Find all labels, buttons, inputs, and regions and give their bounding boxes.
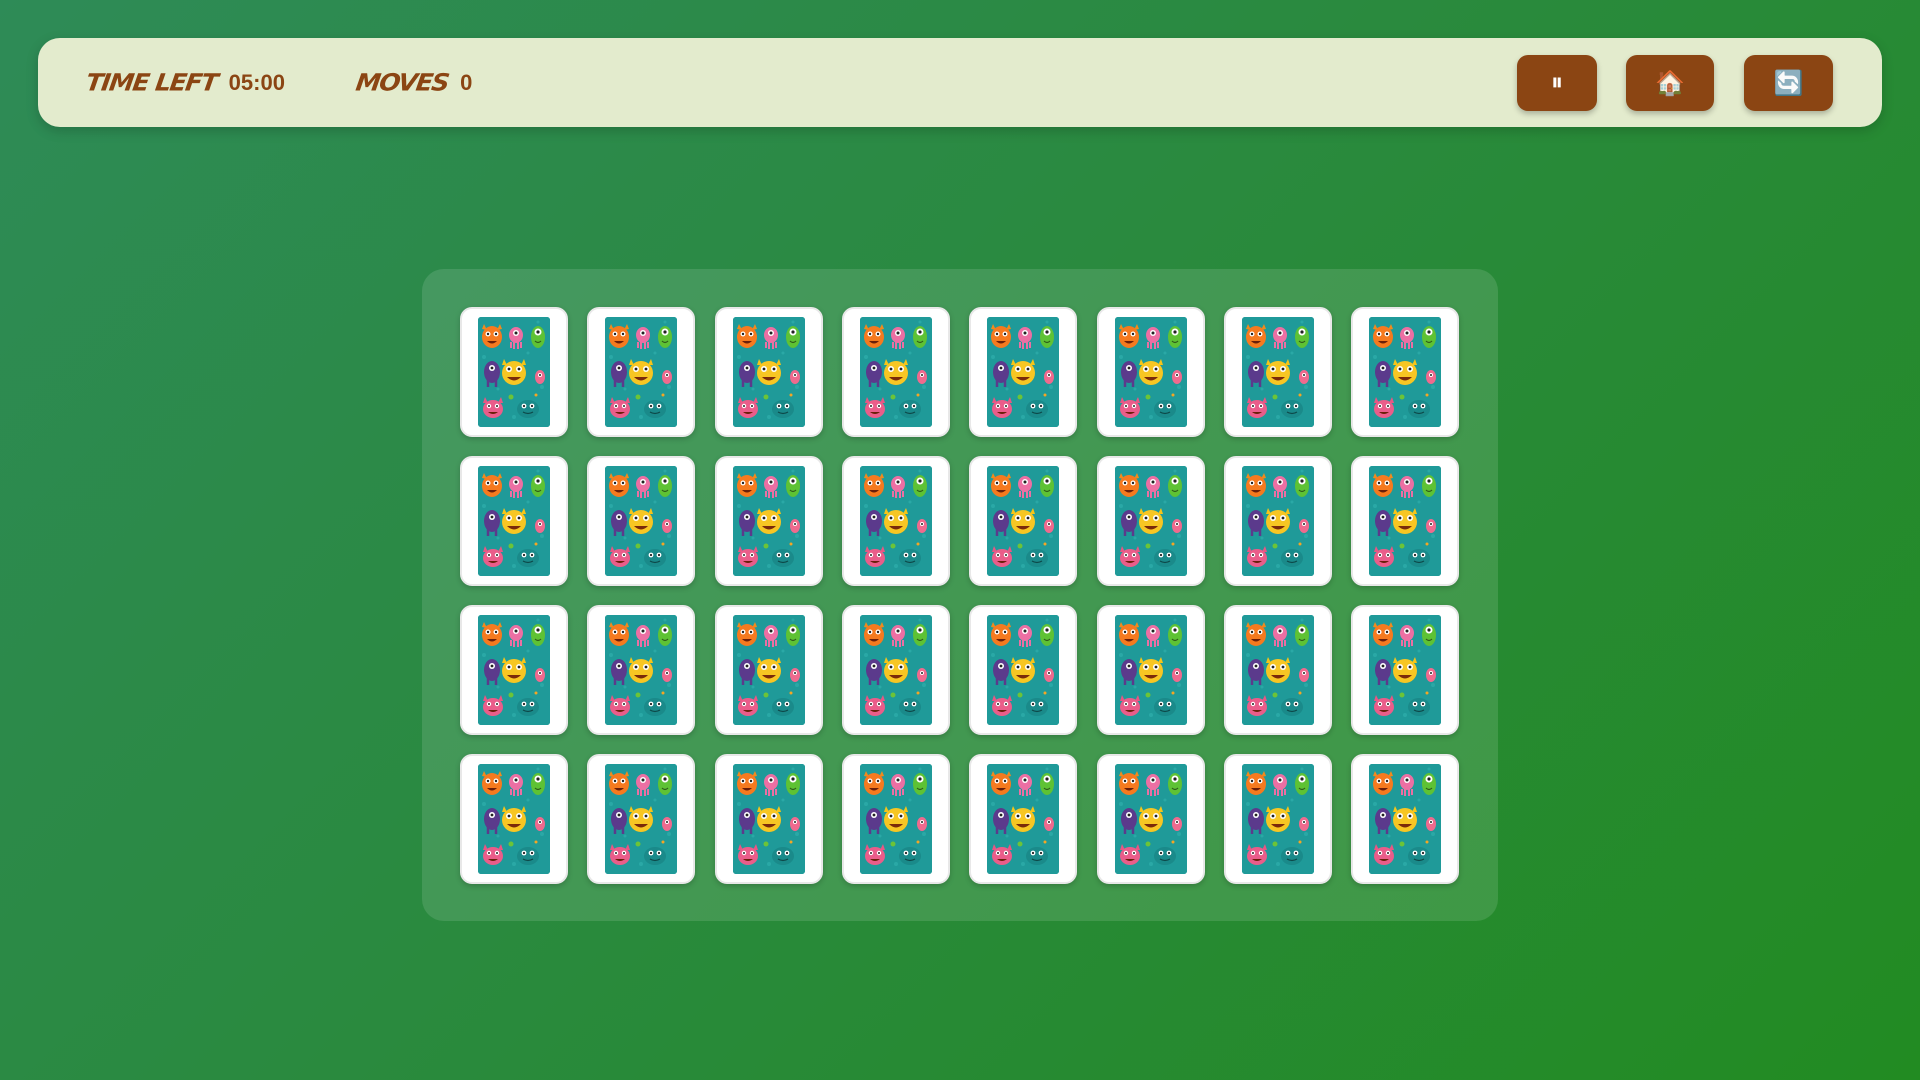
card-back-monster-image <box>605 764 677 874</box>
card-back-monster-image <box>605 466 677 576</box>
card-back-monster-image <box>1242 466 1314 576</box>
home-button[interactable]: 🏠 <box>1626 55 1714 111</box>
memory-card[interactable] <box>1224 307 1332 437</box>
memory-card[interactable] <box>842 307 950 437</box>
card-back-monster-image <box>860 466 932 576</box>
memory-card[interactable] <box>969 307 1077 437</box>
card-back-monster-image <box>860 764 932 874</box>
memory-card[interactable] <box>969 456 1077 586</box>
memory-card[interactable] <box>715 456 823 586</box>
card-back-monster-image <box>987 615 1059 725</box>
memory-card[interactable] <box>715 754 823 884</box>
card-back-monster-image <box>478 317 550 427</box>
memory-card[interactable] <box>1351 605 1459 735</box>
card-back-monster-image <box>860 317 932 427</box>
memory-card[interactable] <box>1097 307 1205 437</box>
card-back-monster-image <box>733 466 805 576</box>
memory-card[interactable] <box>1097 456 1205 586</box>
card-back-monster-image <box>1242 615 1314 725</box>
memory-card[interactable] <box>1097 754 1205 884</box>
card-back-monster-image <box>733 317 805 427</box>
memory-card[interactable] <box>715 605 823 735</box>
card-back-monster-image <box>1369 466 1441 576</box>
top-bar: Time Left 05:00 Moves 0 ⏸ 🏠 🔄 <box>38 38 1882 127</box>
memory-card[interactable] <box>587 307 695 437</box>
moves-value: 0 <box>460 69 473 95</box>
memory-card[interactable] <box>460 605 568 735</box>
memory-card[interactable] <box>842 754 950 884</box>
card-back-monster-image <box>987 764 1059 874</box>
memory-card[interactable] <box>1351 456 1459 586</box>
card-back-monster-image <box>478 615 550 725</box>
memory-card[interactable] <box>1224 456 1332 586</box>
card-board <box>422 269 1498 921</box>
memory-card[interactable] <box>460 307 568 437</box>
moves-counter: Moves 0 <box>354 38 473 127</box>
card-back-monster-image <box>733 615 805 725</box>
card-back-monster-image <box>1369 764 1441 874</box>
memory-card[interactable] <box>460 456 568 586</box>
memory-card[interactable] <box>587 456 695 586</box>
card-back-monster-image <box>1115 764 1187 874</box>
memory-card[interactable] <box>1351 754 1459 884</box>
time-left-label: Time Left <box>84 68 219 97</box>
memory-card[interactable] <box>969 754 1077 884</box>
memory-card[interactable] <box>1224 605 1332 735</box>
home-icon: 🏠 <box>1655 69 1685 97</box>
memory-card[interactable] <box>1351 307 1459 437</box>
restart-button[interactable]: 🔄 <box>1744 55 1833 111</box>
card-back-monster-image <box>1115 317 1187 427</box>
pause-icon: ⏸ <box>1551 69 1563 96</box>
card-back-monster-image <box>1369 615 1441 725</box>
card-back-monster-image <box>478 466 550 576</box>
card-back-monster-image <box>478 764 550 874</box>
timer: Time Left 05:00 <box>84 38 285 127</box>
card-back-monster-image <box>605 317 677 427</box>
memory-card[interactable] <box>842 456 950 586</box>
card-back-monster-image <box>1242 317 1314 427</box>
memory-card[interactable] <box>969 605 1077 735</box>
card-back-monster-image <box>605 615 677 725</box>
card-back-monster-image <box>1242 764 1314 874</box>
memory-card[interactable] <box>1097 605 1205 735</box>
card-back-monster-image <box>1115 466 1187 576</box>
time-left-value: 05:00 <box>228 69 285 95</box>
card-back-monster-image <box>987 466 1059 576</box>
card-back-monster-image <box>1369 317 1441 427</box>
card-back-monster-image <box>860 615 932 725</box>
pause-button[interactable]: ⏸ <box>1517 55 1597 111</box>
restart-icon: 🔄 <box>1773 69 1804 97</box>
card-back-monster-image <box>733 764 805 874</box>
memory-card[interactable] <box>587 605 695 735</box>
memory-card[interactable] <box>715 307 823 437</box>
memory-card[interactable] <box>1224 754 1332 884</box>
memory-card[interactable] <box>587 754 695 884</box>
memory-card[interactable] <box>460 754 568 884</box>
memory-card[interactable] <box>842 605 950 735</box>
card-back-monster-image <box>987 317 1059 427</box>
moves-label: Moves <box>354 68 451 97</box>
card-back-monster-image <box>1115 615 1187 725</box>
